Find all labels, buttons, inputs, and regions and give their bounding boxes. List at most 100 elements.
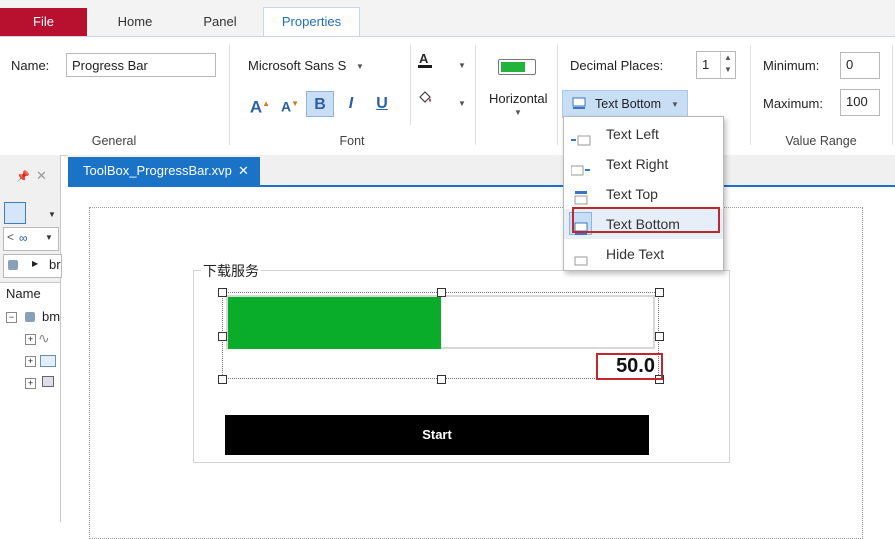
- resize-handle[interactable]: [437, 288, 446, 297]
- toolbox-panel: 📌 ✕ ▼ < ∞ ▼ ▶ br Name − bm + ∿ + +: [0, 155, 62, 522]
- document-tab-title: ToolBox_ProgressBar.xvp: [83, 163, 232, 178]
- menu-item-label: Text Left: [606, 126, 659, 142]
- menu-item-text-right[interactable]: Text Right: [564, 149, 723, 179]
- menu-item-text-top[interactable]: Text Top: [564, 179, 723, 209]
- progress-value-text: 50.0: [596, 353, 663, 380]
- expand-icon[interactable]: +: [25, 378, 36, 389]
- group-divider: [557, 45, 558, 145]
- shrink-font-button[interactable]: A▼: [276, 91, 304, 117]
- name-input[interactable]: Progress Bar: [66, 53, 216, 77]
- tab-panel[interactable]: Panel: [180, 8, 260, 36]
- menu-item-text-left[interactable]: Text Left: [564, 119, 723, 149]
- value-range-group-label: Value Range: [785, 134, 857, 148]
- font-color-icon[interactable]: A: [418, 51, 432, 69]
- ribbon-tab-bar: File Home Panel Properties: [0, 0, 895, 37]
- close-icon[interactable]: ✕: [36, 168, 47, 184]
- tab-file[interactable]: File: [0, 8, 87, 36]
- text-right-icon: [570, 158, 591, 176]
- back-arrow-icon[interactable]: <: [7, 230, 14, 244]
- breadcrumb[interactable]: ▶ br: [3, 254, 62, 278]
- maximum-input[interactable]: 100: [840, 89, 880, 116]
- font-inner-divider: [410, 45, 411, 125]
- tab-properties[interactable]: Properties: [263, 7, 360, 37]
- search-combo[interactable]: < ∞ ▼: [3, 227, 59, 251]
- fill-color-dropdown-icon[interactable]: ▼: [458, 99, 466, 108]
- collapse-icon[interactable]: −: [6, 312, 17, 323]
- tree-root-label[interactable]: bm: [42, 309, 60, 324]
- group-divider: [229, 45, 230, 145]
- name-label: Name:: [11, 58, 50, 73]
- expand-icon[interactable]: +: [25, 356, 36, 367]
- decimal-places-stepper[interactable]: 1 ▲ ▼: [696, 51, 736, 79]
- menu-item-label: Text Top: [606, 186, 658, 202]
- text-bottom-icon: [572, 97, 586, 110]
- database-small-icon: [8, 260, 18, 270]
- menu-item-hide-text[interactable]: Hide Text: [564, 239, 723, 269]
- menu-item-label: Text Right: [606, 156, 669, 172]
- general-group-label: General: [91, 134, 137, 148]
- group-divider: [475, 45, 476, 145]
- text-left-icon: [571, 128, 591, 146]
- font-name-select[interactable]: Microsoft Sans Sе: [248, 58, 346, 73]
- bold-button[interactable]: B: [306, 91, 334, 117]
- progress-bar-icon[interactable]: [498, 59, 536, 75]
- menu-item-text-bottom[interactable]: Text Bottom: [564, 207, 723, 239]
- group-divider: [892, 45, 893, 145]
- text-position-button[interactable]: Text Bottom ▼: [562, 90, 688, 118]
- chevron-down-icon[interactable]: ▼: [45, 233, 53, 242]
- close-tab-icon[interactable]: ✕: [238, 157, 249, 185]
- tree-view: − bm + ∿ + +: [0, 307, 60, 522]
- group-box-title: 下载服务: [201, 261, 261, 281]
- grow-arrow-icon: ▲: [262, 99, 271, 108]
- minimum-input[interactable]: 0: [840, 52, 880, 79]
- menu-item-label: Text Bottom: [606, 216, 680, 232]
- menu-item-label: Hide Text: [606, 246, 665, 262]
- image-icon: [40, 355, 56, 367]
- ribbon: Name: Progress Bar General Microsoft San…: [0, 36, 895, 156]
- breadcrumb-text: br: [49, 257, 61, 272]
- stepper-arrows-icon[interactable]: ▲ ▼: [720, 52, 735, 78]
- decimal-places-label: Decimal Places:: [570, 58, 664, 73]
- font-group-label: Font: [339, 134, 365, 148]
- shrink-arrow-icon: ▼: [291, 99, 300, 108]
- text-top-icon: [574, 186, 594, 205]
- selection-box: [222, 292, 659, 379]
- expand-icon[interactable]: +: [25, 334, 36, 345]
- text-position-dropdown-icon: ▼: [671, 100, 679, 109]
- resize-handle[interactable]: [218, 332, 227, 341]
- maximum-label: Maximum:: [763, 96, 823, 111]
- text-position-label: Text Bottom: [595, 97, 661, 111]
- underline-button[interactable]: U: [368, 91, 396, 117]
- toolbar-overflow-icon[interactable]: ▼: [46, 210, 58, 222]
- grow-font-button[interactable]: A▲: [246, 91, 274, 117]
- resize-handle[interactable]: [218, 375, 227, 384]
- name-column-header[interactable]: Name: [0, 282, 60, 308]
- database-icon[interactable]: [4, 202, 26, 224]
- resize-handle[interactable]: [655, 288, 664, 297]
- text-position-menu: Text Left Text Right Text Top Text Botto…: [563, 116, 724, 271]
- tab-home[interactable]: Home: [95, 8, 175, 36]
- binoculars-icon: ∞: [19, 231, 28, 245]
- fill-color-icon[interactable]: [417, 89, 433, 105]
- grow-font-label: A: [249, 97, 263, 117]
- minimum-label: Minimum:: [763, 58, 820, 73]
- wave-icon: ∿: [38, 330, 50, 346]
- group-divider: [750, 45, 751, 145]
- network-icon: [42, 376, 54, 387]
- font-color-dropdown-icon[interactable]: ▼: [458, 61, 466, 70]
- start-button[interactable]: Start: [225, 415, 649, 455]
- chevron-right-icon: ▶: [32, 259, 39, 268]
- font-name-dropdown-icon[interactable]: ▼: [356, 62, 364, 71]
- resize-handle[interactable]: [655, 332, 664, 341]
- decimal-places-value: 1: [702, 57, 710, 72]
- name-header-label: Name: [6, 286, 41, 301]
- hide-text-icon: [574, 248, 594, 266]
- database-small-icon: [25, 312, 35, 322]
- document-tab[interactable]: ToolBox_ProgressBar.xvp ✕: [68, 157, 260, 185]
- orientation-button[interactable]: Horizontal: [489, 91, 548, 106]
- orientation-dropdown-icon[interactable]: ▼: [514, 108, 522, 117]
- resize-handle[interactable]: [218, 288, 227, 297]
- italic-button[interactable]: I: [337, 91, 365, 117]
- resize-handle[interactable]: [437, 375, 446, 384]
- pin-icon[interactable]: 📌: [16, 170, 30, 183]
